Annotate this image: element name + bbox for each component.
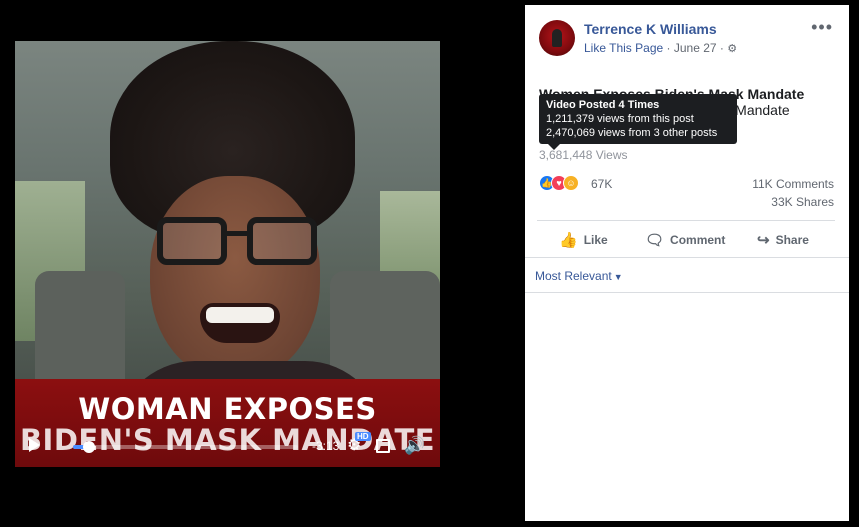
glasses-lens-left [157,217,227,265]
video-player[interactable]: WOMAN EXPOSES BIDEN'S MASK MANDATE [15,41,440,467]
like-button[interactable]: 👍 Like [559,229,608,251]
comment-icon: 🗨 [645,232,665,249]
author-name[interactable]: Terrence K Williams [584,21,717,37]
meta-separator: · [666,41,674,55]
comment-sort-dropdown[interactable]: Most Relevant ▼ [535,269,623,283]
haha-reaction-icon: ☺ [563,175,579,191]
volume-icon[interactable]: 🔊 [404,437,425,454]
person-mouth [200,303,280,343]
video-controls: -3:13 ⚙ HD 🔊 [15,430,440,466]
divider [525,292,849,293]
person-face [150,176,320,381]
shares-count[interactable]: 33K Shares [771,195,834,209]
sort-label: Most Relevant [535,269,612,283]
views-count[interactable]: 3,681,448 Views [539,148,628,162]
tooltip-line-2: 2,470,069 views from 3 other posts [546,127,718,139]
divider [525,257,849,258]
divider [537,220,835,221]
person-glasses [157,217,317,269]
caret-down-icon: ▼ [613,272,623,282]
screen: WOMAN EXPOSES BIDEN'S MASK MANDATE -3:13… [0,0,859,527]
comments-count[interactable]: 11K Comments [752,177,834,191]
avatar-figure [552,29,562,47]
like-page-link[interactable]: Like This Page [584,41,663,55]
person-teeth [206,307,274,323]
more-options-icon[interactable]: ••• [811,17,833,38]
glasses-bridge [227,231,247,236]
share-button[interactable]: ↪ Share [757,229,809,251]
share-label: Share [775,233,809,247]
views-tooltip: Video Posted 4 Times 1,211,379 views fro… [539,94,737,144]
play-icon[interactable] [29,438,40,452]
privacy-gear-icon: ⚙ [727,43,738,55]
like-label: Like [583,233,608,247]
thumbs-up-icon: 👍 [559,232,578,249]
post-date[interactable]: June 27 [674,41,717,55]
fullscreen-icon[interactable] [376,439,390,453]
comment-label: Comment [670,233,726,247]
glasses-lens-right [247,217,317,265]
post-meta: Like This Page · June 27 · ⚙ [584,41,737,55]
hd-badge: HD [355,432,371,441]
time-remaining: -3:13 [312,439,340,453]
progress-bar[interactable] [73,441,298,453]
post-panel: Terrence K Williams Like This Page · Jun… [525,5,849,521]
share-icon: ↪ [757,232,770,249]
tooltip-title: Video Posted 4 Times [546,99,660,111]
avatar[interactable] [539,20,575,56]
comment-button[interactable]: 🗨 Comment [645,229,725,251]
tooltip-line-1: 1,211,379 views from this post [546,113,694,125]
progress-handle[interactable] [82,441,95,453]
reactions-count[interactable]: 67K [591,177,612,191]
banner-text-line-1: WOMAN EXPOSES [78,392,377,426]
